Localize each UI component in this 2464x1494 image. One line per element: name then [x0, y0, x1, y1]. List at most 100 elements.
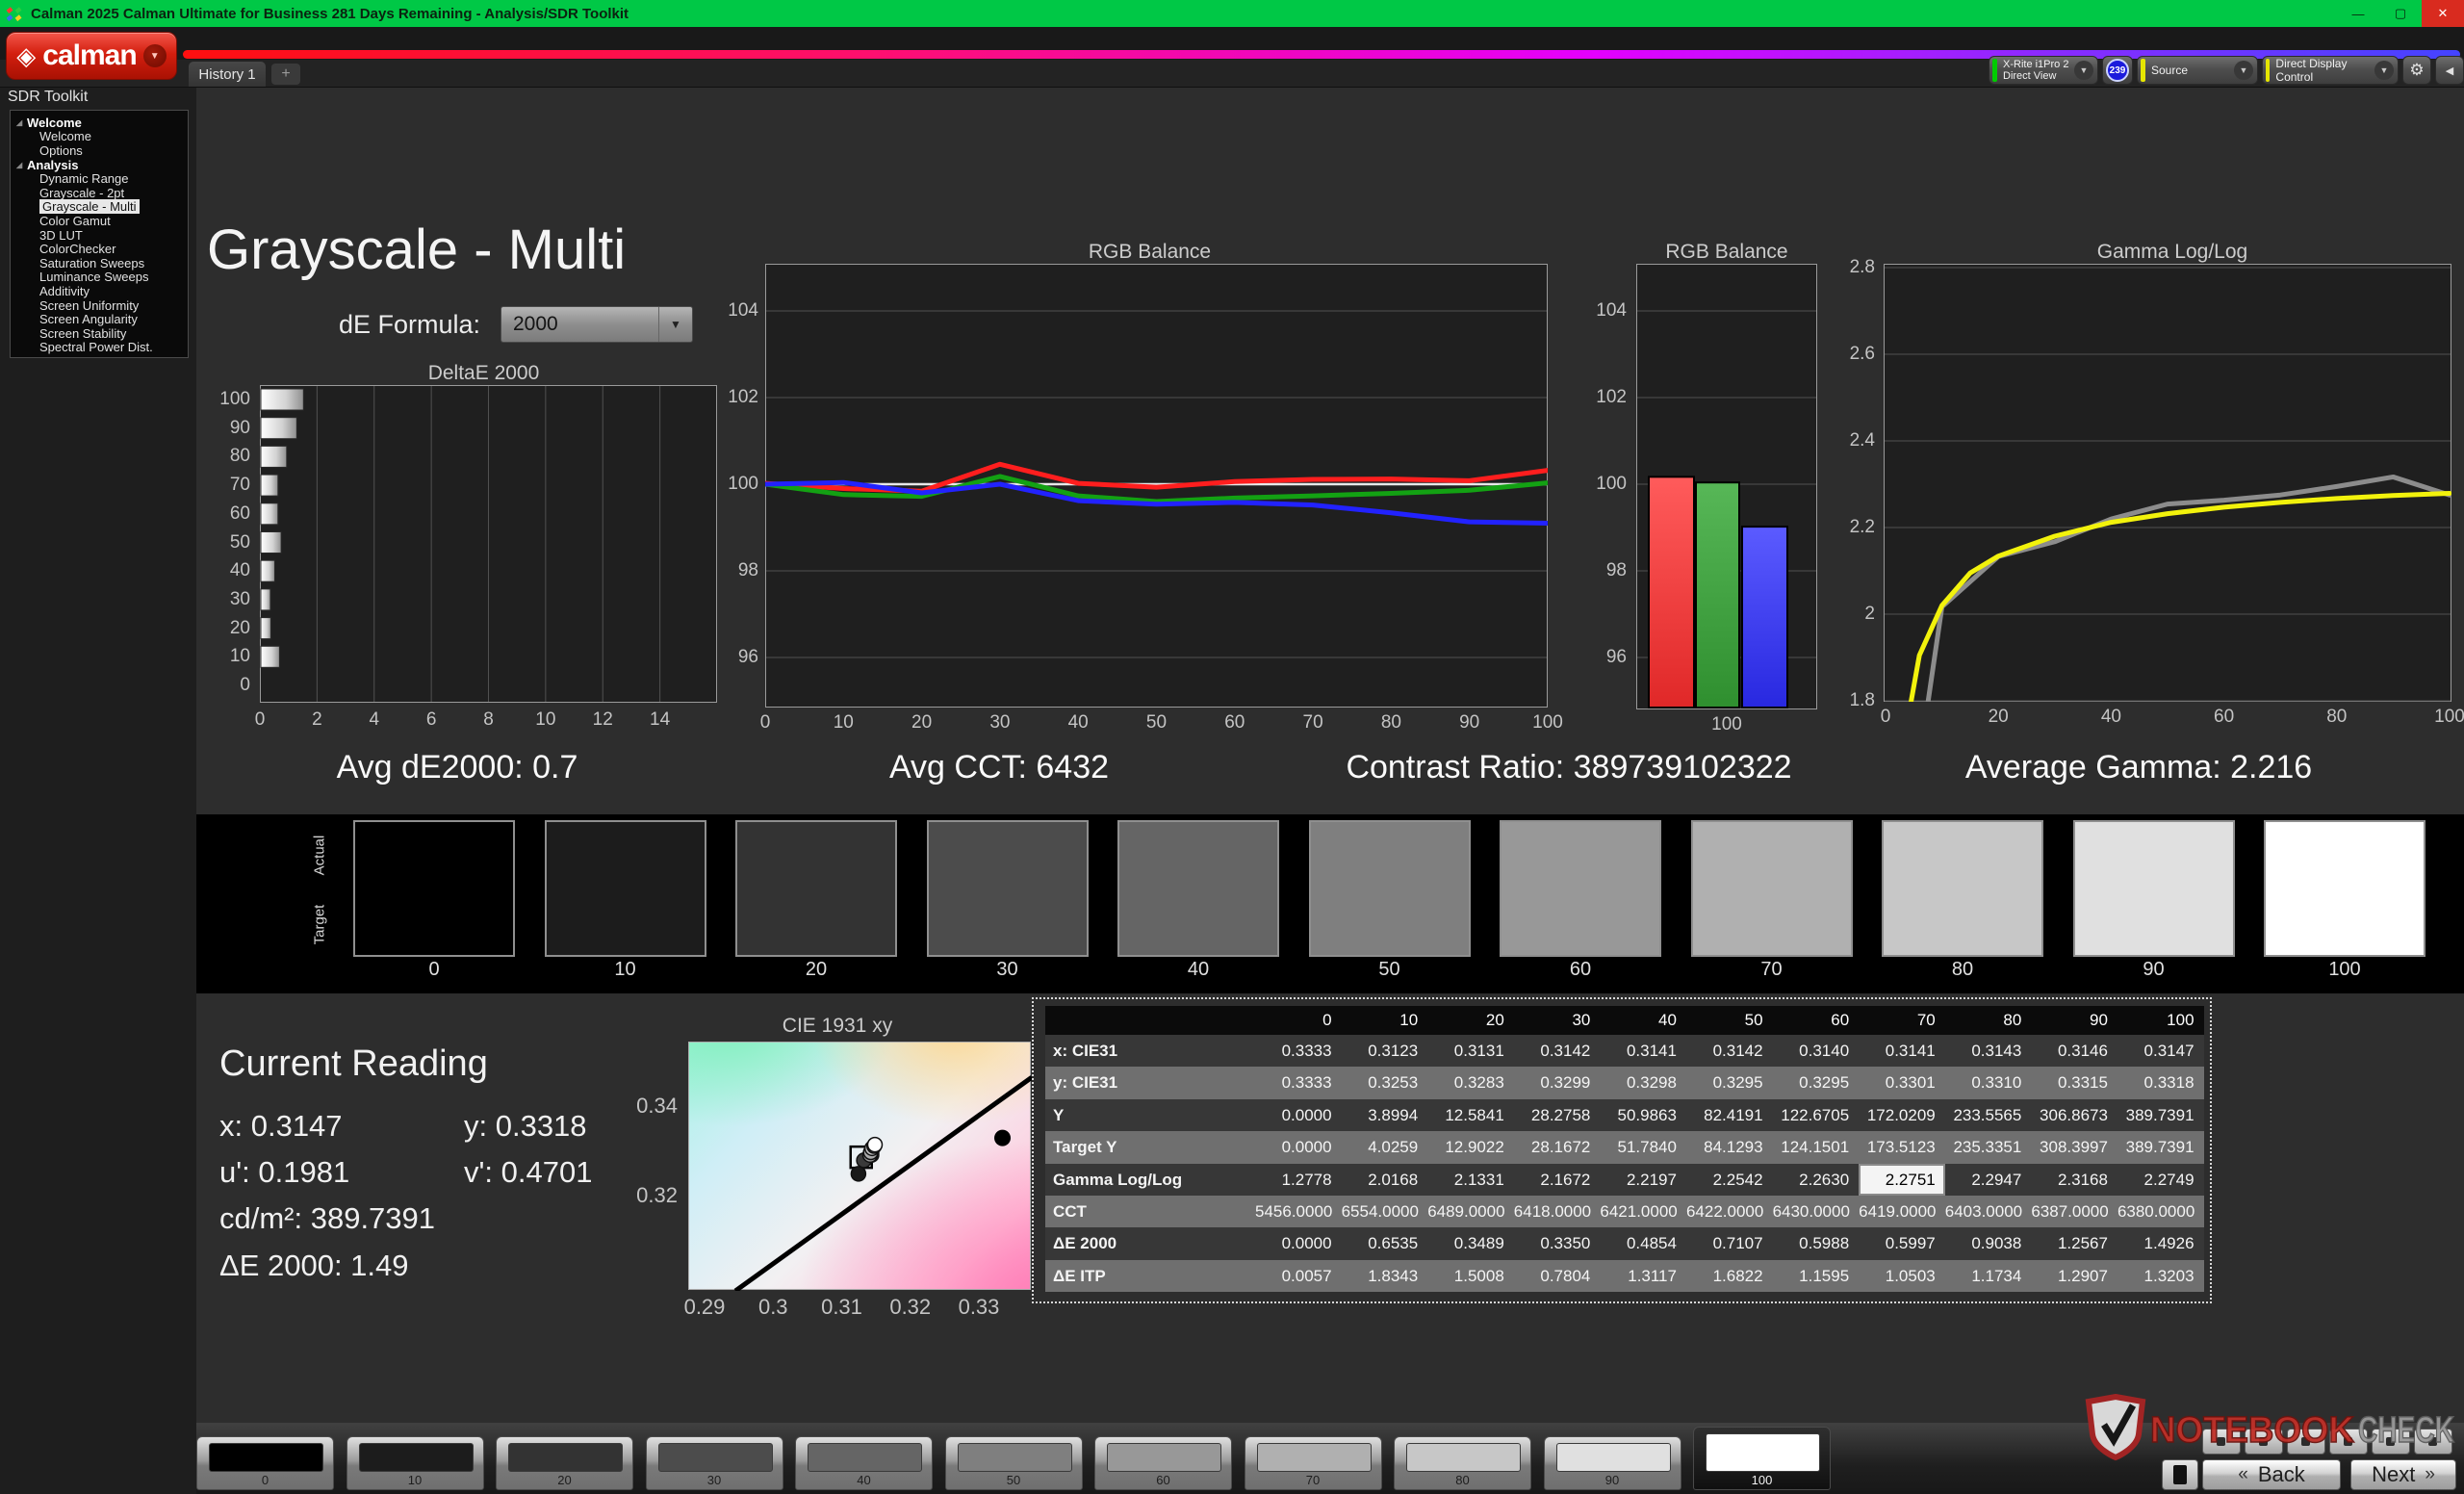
- table-cell-e-2000-40[interactable]: 0.4854: [1600, 1227, 1686, 1259]
- table-cell-target-y-60[interactable]: 124.1501: [1773, 1131, 1860, 1163]
- table-cell-y-10[interactable]: 3.8994: [1342, 1099, 1428, 1131]
- sidebar-item-screen-stability[interactable]: Screen Stability: [11, 326, 188, 341]
- table-cell-y-40[interactable]: 50.9863: [1600, 1099, 1686, 1131]
- sidebar-item-screen-uniformity[interactable]: Screen Uniformity: [11, 298, 188, 313]
- settings-button[interactable]: ⚙: [2402, 56, 2431, 85]
- table-cell-target-y-20[interactable]: 12.9022: [1427, 1131, 1514, 1163]
- table-cell-cct-90[interactable]: 6387.0000: [2031, 1196, 2118, 1227]
- table-cell-gamma-log-log-60[interactable]: 2.2630: [1773, 1164, 1860, 1196]
- table-cell-x-cie31-80[interactable]: 0.3143: [1945, 1035, 2032, 1067]
- sidebar-item-options[interactable]: Options: [11, 143, 188, 158]
- table-cell-y-cie31-60[interactable]: 0.3295: [1773, 1067, 1860, 1098]
- table-cell-e-2000-70[interactable]: 0.5997: [1859, 1227, 1945, 1259]
- table-cell-x-cie31-70[interactable]: 0.3141: [1859, 1035, 1945, 1067]
- table-cell-gamma-log-log-0[interactable]: 1.2778: [1255, 1164, 1342, 1196]
- table-cell-y-cie31-40[interactable]: 0.3298: [1600, 1067, 1686, 1098]
- table-cell-gamma-log-log-80[interactable]: 2.2947: [1945, 1164, 2032, 1196]
- table-cell-gamma-log-log-90[interactable]: 2.3168: [2031, 1164, 2118, 1196]
- table-cell-e-itp-40[interactable]: 1.3117: [1600, 1260, 1686, 1292]
- sidebar-item-screen-angularity[interactable]: Screen Angularity: [11, 312, 188, 326]
- sidebar-item-color-gamut[interactable]: Color Gamut: [11, 214, 188, 228]
- table-cell-target-y-70[interactable]: 173.5123: [1859, 1131, 1945, 1163]
- sidebar-item-3d-lut[interactable]: 3D LUT: [11, 228, 188, 243]
- table-cell-gamma-log-log-70[interactable]: 2.2751: [1859, 1164, 1945, 1196]
- table-cell-gamma-log-log-50[interactable]: 2.2542: [1686, 1164, 1773, 1196]
- sidebar-group-welcome[interactable]: ◢Welcome: [11, 116, 188, 130]
- table-cell-cct-30[interactable]: 6418.0000: [1514, 1196, 1601, 1227]
- table-cell-y-cie31-50[interactable]: 0.3295: [1686, 1067, 1773, 1098]
- sidebar-item-saturation-sweeps[interactable]: Saturation Sweeps: [11, 256, 188, 270]
- table-cell-target-y-100[interactable]: 389.7391: [2118, 1131, 2204, 1163]
- table-cell-y-20[interactable]: 12.5841: [1427, 1099, 1514, 1131]
- sidebar-item-spectral-power-dist[interactable]: Spectral Power Dist.: [11, 341, 188, 355]
- minimize-button[interactable]: —: [2337, 0, 2379, 27]
- pattern-level-button-40[interactable]: 40: [795, 1436, 933, 1490]
- table-cell-y-50[interactable]: 82.4191: [1686, 1099, 1773, 1131]
- sidebar-item-grayscale-multi[interactable]: Grayscale - Multi: [11, 200, 188, 215]
- table-cell-x-cie31-10[interactable]: 0.3123: [1342, 1035, 1428, 1067]
- pattern-level-button-20[interactable]: 20: [496, 1436, 633, 1490]
- pattern-level-button-70[interactable]: 70: [1245, 1436, 1382, 1490]
- table-cell-target-y-10[interactable]: 4.0259: [1342, 1131, 1428, 1163]
- table-cell-x-cie31-0[interactable]: 0.3333: [1255, 1035, 1342, 1067]
- table-cell-e-itp-100[interactable]: 1.3203: [2118, 1260, 2204, 1292]
- table-cell-cct-50[interactable]: 6422.0000: [1686, 1196, 1773, 1227]
- table-cell-e-itp-70[interactable]: 1.0503: [1859, 1260, 1945, 1292]
- table-cell-y-cie31-20[interactable]: 0.3283: [1427, 1067, 1514, 1098]
- table-cell-e-2000-100[interactable]: 1.4926: [2118, 1227, 2204, 1259]
- table-cell-e-2000-0[interactable]: 0.0000: [1255, 1227, 1342, 1259]
- pattern-level-button-50[interactable]: 50: [945, 1436, 1083, 1490]
- display-control-dropdown[interactable]: Direct Display Control ▼: [2262, 56, 2399, 85]
- table-cell-target-y-0[interactable]: 0.0000: [1255, 1131, 1342, 1163]
- table-cell-x-cie31-100[interactable]: 0.3147: [2118, 1035, 2204, 1067]
- sidebar-group-analysis[interactable]: ◢Analysis: [11, 158, 188, 172]
- pattern-level-button-80[interactable]: 80: [1394, 1436, 1531, 1490]
- table-cell-cct-60[interactable]: 6430.0000: [1773, 1196, 1860, 1227]
- table-cell-e-2000-90[interactable]: 1.2567: [2031, 1227, 2118, 1259]
- maximize-button[interactable]: ▢: [2379, 0, 2422, 27]
- table-cell-y-80[interactable]: 233.5565: [1945, 1099, 2032, 1131]
- de-formula-dropdown[interactable]: 2000 ▼: [500, 306, 693, 343]
- table-cell-y-90[interactable]: 306.8673: [2031, 1099, 2118, 1131]
- table-cell-y-100[interactable]: 389.7391: [2118, 1099, 2204, 1131]
- sidebar-item-grayscale-2pt[interactable]: Grayscale - 2pt: [11, 186, 188, 200]
- table-cell-target-y-30[interactable]: 28.1672: [1514, 1131, 1601, 1163]
- table-cell-target-y-50[interactable]: 84.1293: [1686, 1131, 1773, 1163]
- pattern-level-button-60[interactable]: 60: [1094, 1436, 1232, 1490]
- pattern-window-button[interactable]: [2162, 1459, 2198, 1490]
- table-cell-cct-80[interactable]: 6403.0000: [1945, 1196, 2032, 1227]
- table-cell-e-itp-10[interactable]: 1.8343: [1342, 1260, 1428, 1292]
- table-cell-y-cie31-90[interactable]: 0.3315: [2031, 1067, 2118, 1098]
- table-cell-cct-0[interactable]: 5456.0000: [1255, 1196, 1342, 1227]
- sidebar-item-colorchecker[interactable]: ColorChecker: [11, 242, 188, 256]
- sidebar-item-additivity[interactable]: Additivity: [11, 284, 188, 298]
- table-cell-gamma-log-log-20[interactable]: 2.1331: [1427, 1164, 1514, 1196]
- collapse-panel-button[interactable]: ◀: [2435, 56, 2464, 85]
- table-cell-cct-70[interactable]: 6419.0000: [1859, 1196, 1945, 1227]
- sidebar-item-dynamic-range[interactable]: Dynamic Range: [11, 171, 188, 186]
- table-cell-e-2000-80[interactable]: 0.9038: [1945, 1227, 2032, 1259]
- table-cell-y-60[interactable]: 122.6705: [1773, 1099, 1860, 1131]
- table-cell-x-cie31-40[interactable]: 0.3141: [1600, 1035, 1686, 1067]
- table-cell-y-cie31-80[interactable]: 0.3310: [1945, 1067, 2032, 1098]
- meter-dropdown[interactable]: X-Rite i1Pro 2Direct View ▼: [1989, 56, 2098, 85]
- table-cell-cct-20[interactable]: 6489.0000: [1427, 1196, 1514, 1227]
- table-cell-e-itp-80[interactable]: 1.1734: [1945, 1260, 2032, 1292]
- close-button[interactable]: ✕: [2422, 0, 2464, 27]
- calman-menu-button[interactable]: ◈ calman ▼: [6, 32, 177, 80]
- table-cell-e-itp-50[interactable]: 1.6822: [1686, 1260, 1773, 1292]
- table-cell-y-cie31-10[interactable]: 0.3253: [1342, 1067, 1428, 1098]
- pattern-level-button-100[interactable]: 100: [1693, 1427, 1831, 1490]
- table-cell-y-70[interactable]: 172.0209: [1859, 1099, 1945, 1131]
- table-cell-y-cie31-70[interactable]: 0.3301: [1859, 1067, 1945, 1098]
- table-cell-x-cie31-50[interactable]: 0.3142: [1686, 1035, 1773, 1067]
- table-cell-y-cie31-0[interactable]: 0.3333: [1255, 1067, 1342, 1098]
- table-cell-x-cie31-60[interactable]: 0.3140: [1773, 1035, 1860, 1067]
- table-cell-y-cie31-100[interactable]: 0.3318: [2118, 1067, 2204, 1098]
- table-cell-x-cie31-90[interactable]: 0.3146: [2031, 1035, 2118, 1067]
- table-cell-y-0[interactable]: 0.0000: [1255, 1099, 1342, 1131]
- table-cell-e-2000-50[interactable]: 0.7107: [1686, 1227, 1773, 1259]
- table-cell-target-y-40[interactable]: 51.7840: [1600, 1131, 1686, 1163]
- table-cell-e-itp-90[interactable]: 1.2907: [2031, 1260, 2118, 1292]
- table-cell-target-y-80[interactable]: 235.3351: [1945, 1131, 2032, 1163]
